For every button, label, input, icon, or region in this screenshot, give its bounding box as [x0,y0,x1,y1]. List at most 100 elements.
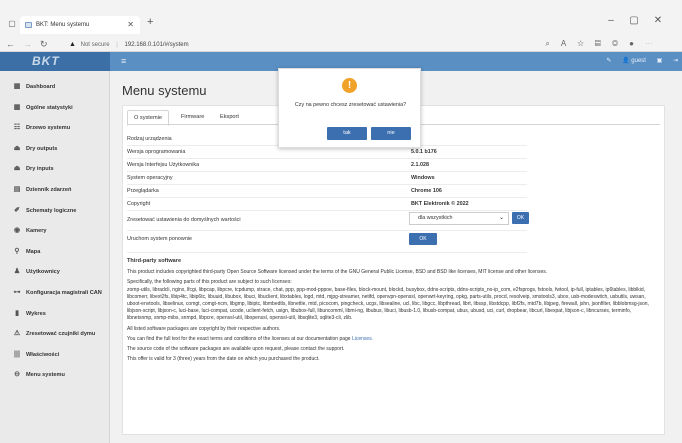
row-divider [127,230,527,231]
sidebar-item-label: Właściwości [26,351,60,358]
sidebar-item-properties[interactable]: ||| Właściwości [0,345,109,366]
panel-icon[interactable]: ▣ [657,58,663,64]
url-separator: | [116,42,118,48]
sidebar-item-label: Dashboard [26,84,56,90]
close-tab-icon[interactable]: ✕ [127,16,134,34]
browser-toolbar-icons: ⌕A☆▤◎●⋯ [545,37,664,51]
reset-row: Zresetować ustawienia do domyślnych wart… [127,212,529,225]
info-label: Wersja Interfejsu Użytkownika [127,162,200,168]
row-divider [127,184,527,185]
sidebar-item-label: Konfiguracja magistrali CAN [26,289,102,296]
row-divider [127,210,527,211]
row-divider [127,171,527,172]
row-divider [127,252,527,253]
minimize-button[interactable]: – [604,14,618,28]
menu-toggle-icon[interactable]: ≡ [121,56,126,66]
third-party-specifically: Specifically, the following parts of thi… [127,279,292,286]
third-party-heading: Third-party software [127,258,182,264]
yes-button[interactable]: tak [327,127,367,140]
reload-icon[interactable]: ↻ [40,37,48,51]
third-party-offer: This offer is valid for 3 (three) years … [127,356,320,363]
back-icon[interactable]: ← [6,37,15,51]
tab-export[interactable]: Eksport [214,110,245,124]
user-name: guest [631,58,646,64]
read-aloud-icon[interactable]: A [561,39,577,48]
tab-title: BKT: Menu systemu [36,22,90,28]
forward-icon[interactable]: → [23,37,32,51]
input-icon: ⏏ [13,165,21,173]
sidebar-item-logic[interactable]: ✐ Schematy logiczne [0,201,109,222]
url-text: 192.168.0.101/#/system [124,42,189,48]
search-icon[interactable]: ⌕ [545,39,560,48]
info-row: System operacyjny Windows [127,173,527,183]
third-party-copyright: All listed software packages are copyrig… [127,325,281,332]
sidebar-item-label: Mapa [26,248,41,255]
info-value: 5.0.1 b176 [411,149,437,155]
dialog-message: Czy na pewno chcesz zresetować ustawieni… [294,102,407,108]
warning-icon: ▲ [69,41,76,48]
extensions-icon[interactable]: ◎ [612,39,629,48]
reset-scope-select[interactable]: dla wszystkich ⌄ [409,212,509,225]
reset-ok-button[interactable]: OK [512,212,529,224]
pin-icon[interactable]: ✎ [606,58,611,64]
collections-icon[interactable]: ▤ [595,39,612,48]
logic-icon: ✐ [14,206,20,214]
sidebar-item-dry-outputs[interactable]: ⏏ Dry outputs [0,139,109,160]
info-row: Copyright BKT Elektronik © 2022 [127,199,527,209]
sidebar-item-label: Dziennik zdarzeń [26,186,72,193]
sidebar-item-label: Ogólne statystyki [26,104,73,111]
no-button[interactable]: nie [371,127,411,140]
sidebar-item-event-log[interactable]: ▤ Dziennik zdarzeń [0,180,109,201]
close-window-button[interactable]: ✕ [651,14,665,28]
info-value: Windows [411,175,435,181]
new-tab-button[interactable]: + [147,16,153,28]
address-bar-row: ← → ↻ ▲ Not secure | 192.168.0.101/#/sys… [0,37,682,52]
more-icon[interactable]: ⋯ [645,39,664,48]
dashboard-icon: ▦ [13,83,21,90]
sidebar-item-label: Schematy logiczne [26,207,77,214]
third-party-source: The source code of the software packages… [127,346,345,353]
sidebar-item-smoke-reset[interactable]: ⚠ Zresetować czujniki dymu [0,324,109,345]
third-party-section: Third-party software This product includ… [127,258,657,363]
sidebar-item-statistics[interactable]: ▦ Ogólne statystyki [0,98,109,119]
profile-icon[interactable]: ● [629,39,645,48]
tab-actions-icon[interactable]: ▢ [5,17,19,31]
browser-tab[interactable]: BKT: Menu systemu ✕ [20,16,140,34]
restart-ok-button[interactable]: OK [409,233,437,245]
row-divider [127,197,527,198]
favorites-icon[interactable]: ☆ [577,39,595,48]
reset-label: Zresetować ustawienia do domyślnych wart… [127,217,241,223]
sidebar-item-dry-inputs[interactable]: ⏏ Dry inputs [0,159,109,180]
sidebar-item-label: Zresetować czujniki dymu [26,331,96,338]
logo[interactable]: BKT [0,52,110,71]
address-bar[interactable]: ▲ Not secure | 192.168.0.101/#/system [69,38,559,51]
sidebar-item-chart[interactable]: ▮ Wykres [0,304,109,325]
sidebar-item-system-menu[interactable]: ⊖ Menu systemu [0,365,109,386]
user-menu[interactable]: 👤 guest [622,58,646,64]
can-bus-icon: ⊶ [13,288,21,296]
info-row: Wersja oprogramowania 5.0.1 b176 [127,147,527,157]
warning-icon: ! [342,78,357,93]
sidebar-item-users[interactable]: ♟ Użytkownicy [0,262,109,283]
sidebar-item-system-tree[interactable]: ☷ Drzewo systemu [0,118,109,139]
map-icon: ⚲ [14,247,20,255]
chevron-down-icon: ⌄ [498,215,504,221]
sidebar-item-label: Menu systemu [26,372,65,379]
expand-icon[interactable]: ⇥ [673,58,678,64]
sidebar-item-dashboard[interactable]: ▦ Dashboard [0,77,109,98]
smoke-sensor-icon: ⚠ [13,330,21,338]
tab-firmware[interactable]: Firmware [175,110,210,124]
sidebar-item-cameras[interactable]: ◉ Kamery [0,221,109,242]
sidebar-item-map[interactable]: ⚲ Mapa [0,242,109,263]
top-bar-icons: ✎ 👤 guest ▣ ⇥ [597,52,678,71]
properties-icon: ||| [14,350,20,358]
content-card: O systemie Firmware Eksport Rodzaj urząd… [122,105,665,435]
user-icon: 👤 [622,58,630,64]
users-icon: ♟ [13,268,21,276]
info-row: Przeglądarka Chrome 106 [127,186,527,196]
sidebar-item-can-config[interactable]: ⊶ Konfiguracja magistrali CAN [0,283,109,304]
info-label: Wersja oprogramowania [127,149,186,155]
favicon-icon [25,22,32,28]
licenses-link[interactable]: Licenses. [352,336,373,342]
maximize-button[interactable]: ▢ [627,14,641,28]
